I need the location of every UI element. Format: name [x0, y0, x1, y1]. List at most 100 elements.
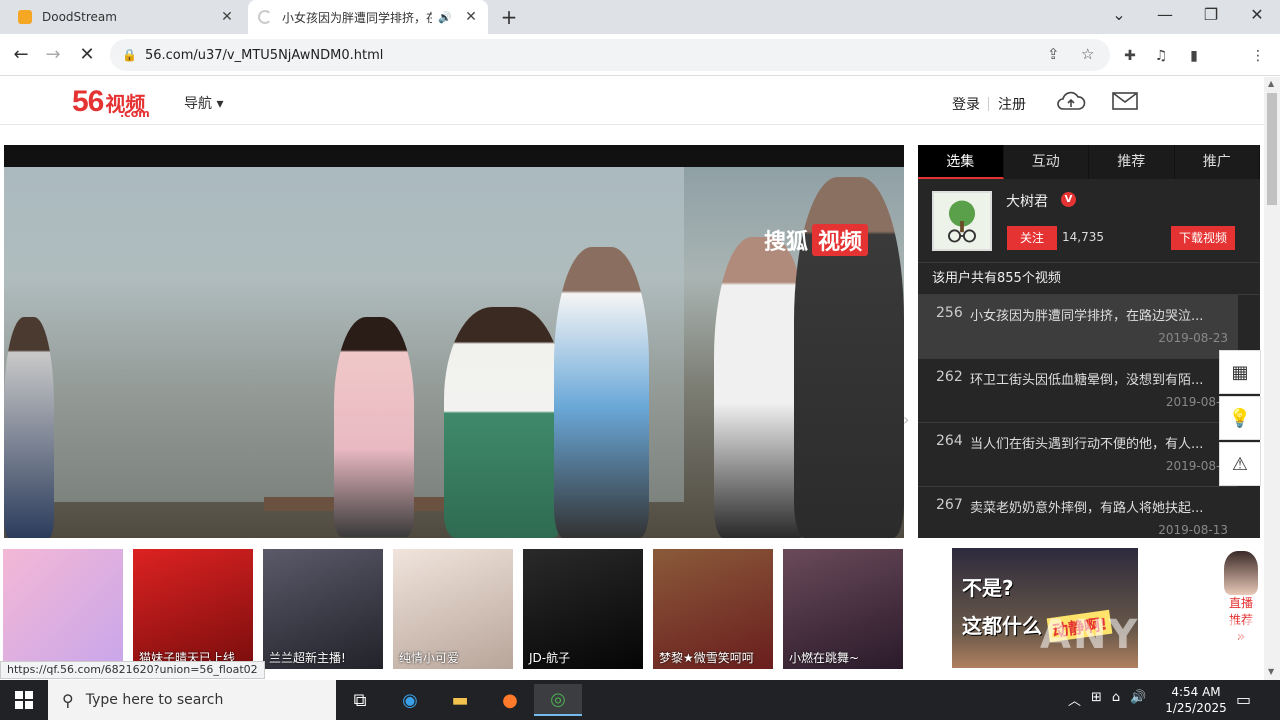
thumbnail-image	[3, 549, 123, 669]
episode-number: 267	[936, 497, 963, 513]
episode-item[interactable]: 264 当人们在街头遇到行动不便的他，有人... 2019-08-1	[918, 423, 1238, 487]
episode-number: 264	[936, 433, 963, 449]
page-scrollbar[interactable]: ▲ ▼	[1264, 77, 1280, 680]
scrollbar-thumb[interactable]	[1267, 93, 1277, 205]
clock-date: 1/25/2025	[1165, 701, 1227, 715]
loading-spinner-icon	[258, 10, 272, 24]
edge-browser-icon[interactable]: ◉	[386, 684, 434, 716]
episode-title: 卖菜老奶奶意外摔倒，有路人将她扶起...	[970, 501, 1204, 516]
browser-tab-bar: DoodStream ✕ 小女孩因为胖遭同学排挤，在 🔊 ✕ + ⌄ — ❐ ✕	[0, 0, 1280, 34]
start-button[interactable]	[0, 680, 48, 720]
download-video-button[interactable]: 下载视频	[1171, 226, 1235, 250]
tab-episodes[interactable]: 选集	[918, 145, 1004, 179]
anyrun-watermark: ANY RUN	[1040, 612, 1259, 658]
panel-tabs: 选集 互动 推荐 推广	[918, 145, 1260, 179]
episode-item[interactable]: 267 卖菜老奶奶意外摔倒，有路人将她扶起... 2019-08-13	[918, 487, 1238, 551]
nav-menu-dropdown[interactable]: 导航 ▾	[184, 93, 223, 113]
author-avatar[interactable]	[932, 191, 992, 251]
mail-icon[interactable]	[1112, 91, 1138, 111]
restore-button[interactable]: ❐	[1196, 4, 1226, 26]
live-thumbnail[interactable]	[3, 549, 123, 669]
author-name[interactable]: 大树君	[1006, 191, 1048, 211]
back-arrow-icon[interactable]: ←	[8, 42, 34, 68]
register-link[interactable]: 注册	[998, 94, 1026, 114]
episode-item[interactable]: 262 环卫工街头因低血糖晕倒，没想到有陌... 2019-08-2	[918, 359, 1238, 423]
lightbulb-icon[interactable]: 💡	[1219, 396, 1261, 440]
wifi-icon[interactable]: ⌂	[1112, 690, 1120, 709]
ad-text-line: 这都什么	[962, 614, 1042, 638]
new-tab-button[interactable]: +	[498, 6, 520, 28]
episode-number: 256	[936, 305, 963, 321]
collapse-panel-chevron-icon[interactable]: ›	[903, 410, 909, 429]
search-placeholder: Type here to search	[85, 692, 224, 708]
live-thumbnail[interactable]: JD-航子	[523, 549, 643, 669]
site-logo[interactable]: 56 视频 .com	[72, 85, 150, 120]
qr-code-icon[interactable]: ▦	[1219, 350, 1261, 394]
streamer-avatar	[1224, 551, 1258, 595]
url-input[interactable]: 🔒 56.com/u37/v_MTU5NjAwNDM0.html ⇪ ☆	[110, 39, 1110, 71]
menu-dots-icon[interactable]: ⋮	[1248, 46, 1268, 66]
logo-domain: .com	[120, 107, 150, 120]
address-bar-row: ← → ✕ 🔒 56.com/u37/v_MTU5NjAwNDM0.html ⇪…	[0, 34, 1280, 99]
follower-count: 14,735	[1062, 230, 1104, 244]
video-frame[interactable]: 搜狐 视频	[4, 167, 904, 538]
taskbar-clock[interactable]: 4:54 AM 1/25/2025	[1164, 684, 1228, 716]
file-explorer-icon[interactable]: ▬	[436, 684, 484, 716]
scroll-down-icon[interactable]: ▼	[1268, 667, 1274, 676]
doodstream-favicon-icon	[18, 10, 32, 24]
report-warning-icon[interactable]: ⚠	[1219, 442, 1261, 486]
girl-figure	[444, 307, 564, 538]
tab-56-video[interactable]: 小女孩因为胖遭同学排挤，在 🔊 ✕	[248, 0, 488, 34]
girl-figure	[334, 317, 414, 537]
live-thumbnail[interactable]: 小燃在跳舞~	[783, 549, 903, 669]
live-caption: 梦黎★微雪笑呵呵	[659, 651, 754, 665]
chrome-icon[interactable]: ◎	[534, 684, 582, 716]
scroll-up-icon[interactable]: ▲	[1268, 79, 1274, 88]
bookmark-star-icon[interactable]: ☆	[1081, 45, 1094, 63]
task-view-icon[interactable]: ⧉	[336, 684, 384, 716]
live-thumbnail[interactable]: 兰兰超新主播!	[263, 549, 383, 669]
episode-item[interactable]: 256 小女孩因为胖遭同学排挤，在路边哭泣... 2019-08-23	[918, 295, 1238, 359]
status-bar-link: https://qf.56.com/6821620?union=56_float…	[0, 661, 265, 679]
taskbar-search-input[interactable]: ⚲ Type here to search	[48, 680, 336, 720]
tray-overflow-chevron-icon[interactable]: ︿	[1068, 690, 1081, 709]
tab-doodstream[interactable]: DoodStream ✕	[8, 0, 244, 34]
episode-side-panel: 选集 互动 推荐 推广 大树君 V 关注 14,735 下载视频 该用户共有85…	[918, 145, 1260, 551]
video-player[interactable]: 搜狐 视频	[4, 145, 904, 538]
share-icon[interactable]: ⇪	[1047, 45, 1060, 63]
close-window-button[interactable]: ✕	[1242, 4, 1272, 26]
side-panel-icon[interactable]: ▮	[1184, 46, 1204, 66]
extensions-icon[interactable]: ✚	[1120, 46, 1140, 66]
forward-arrow-icon[interactable]: →	[40, 42, 66, 68]
stop-loading-icon[interactable]: ✕	[74, 42, 100, 68]
ad-text-line: 不是?	[962, 576, 1014, 600]
live-caption: 纯情小可爱	[399, 651, 460, 665]
tab-close-icon[interactable]: ✕	[218, 8, 236, 26]
network-icon[interactable]: ⊞	[1091, 690, 1102, 709]
live-thumbnail[interactable]: 猫妹子晴天已上线	[133, 549, 253, 669]
tab-interact[interactable]: 互动	[1004, 145, 1089, 179]
firefox-icon[interactable]: ●	[486, 684, 534, 716]
live-caption: 小燃在跳舞~	[789, 651, 860, 665]
tab-close-icon[interactable]: ✕	[462, 8, 480, 26]
login-link[interactable]: 登录	[952, 94, 980, 114]
minimize-button[interactable]: —	[1150, 4, 1180, 26]
badge-label: 直播	[1228, 596, 1253, 610]
logo-number: 56	[72, 85, 104, 118]
speaker-icon[interactable]: 🔊	[438, 11, 452, 24]
person-figure	[4, 317, 54, 538]
windows-taskbar: ⚲ Type here to search ⧉ ◉ ▬ ● ◎ ︿ ⊞ ⌂ 🔊 …	[0, 680, 1280, 720]
volume-icon[interactable]: 🔊	[1130, 690, 1146, 709]
notification-icon[interactable]: ▭	[1236, 690, 1251, 709]
search-icon: ⚲	[62, 690, 74, 710]
upload-cloud-icon[interactable]	[1056, 89, 1086, 113]
live-caption: JD-航子	[529, 651, 571, 665]
follow-button[interactable]: 关注	[1007, 226, 1057, 250]
live-thumbnail[interactable]: 纯情小可爱	[393, 549, 513, 669]
tab-search-icon[interactable]: ⌄	[1104, 4, 1134, 26]
tab-recommend[interactable]: 推荐	[1089, 145, 1175, 179]
media-control-icon[interactable]: ♫	[1151, 46, 1171, 66]
live-thumbnail[interactable]: 梦黎★微雪笑呵呵	[653, 549, 773, 669]
tab-promote[interactable]: 推广	[1175, 145, 1260, 179]
site-header: 56 视频 .com 导航 ▾ 登录 注册	[0, 77, 1264, 125]
